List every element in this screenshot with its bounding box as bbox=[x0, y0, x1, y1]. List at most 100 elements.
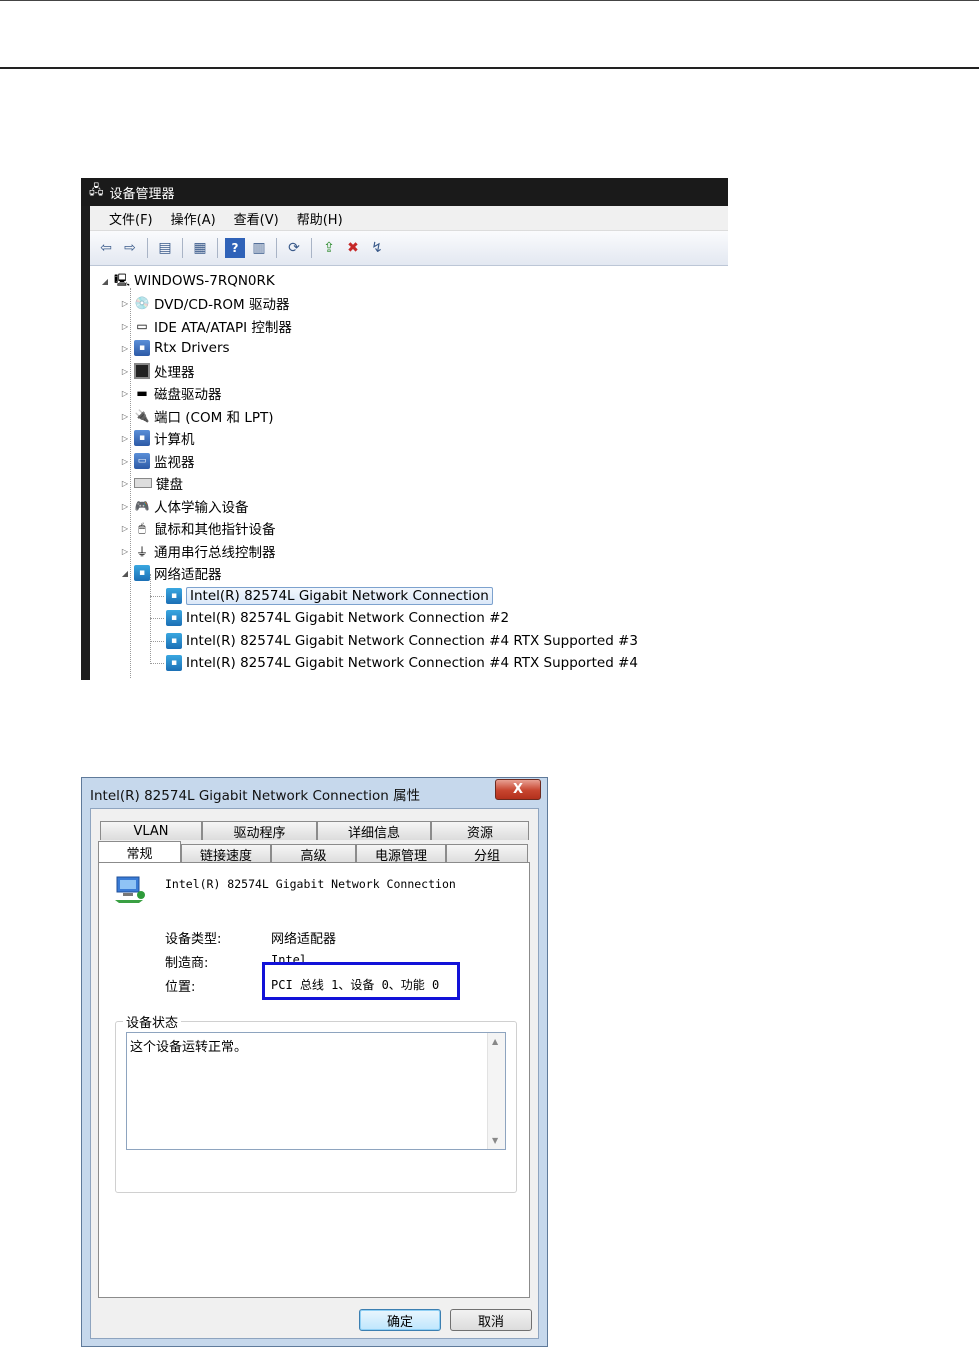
header-rule bbox=[0, 67, 979, 69]
tab-link-speed[interactable]: 链接速度 bbox=[181, 844, 271, 864]
expand-arrow-icon[interactable]: ▷ bbox=[120, 502, 130, 511]
tree-item-ide[interactable]: ▷ ▭ IDE ATA/ATAPI 控制器 bbox=[120, 315, 292, 337]
cancel-button[interactable]: 取消 bbox=[450, 1309, 532, 1331]
keyboard-icon bbox=[134, 478, 152, 488]
tree-item-mouse[interactable]: ▷ 🖱 鼠标和其他指针设备 bbox=[120, 517, 276, 539]
properties-icon[interactable]: ▦ bbox=[190, 238, 210, 258]
scroll-up-icon[interactable]: ▲ bbox=[492, 1037, 498, 1046]
location-label: 位置: bbox=[165, 980, 196, 995]
expand-arrow-icon[interactable]: ▷ bbox=[120, 434, 130, 443]
show-hide-tree-icon[interactable]: ▤ bbox=[155, 238, 175, 258]
tab-power-management[interactable]: 电源管理 bbox=[356, 844, 446, 864]
tab-resources[interactable]: 资源 bbox=[431, 821, 529, 841]
tree-item-processor[interactable]: ▷ 处理器 bbox=[120, 360, 195, 382]
tab-advanced[interactable]: 高级 bbox=[271, 844, 356, 864]
tab-teaming[interactable]: 分组 bbox=[446, 844, 528, 864]
tree-item-label: IDE ATA/ATAPI 控制器 bbox=[154, 320, 292, 336]
expand-arrow-icon[interactable]: ▷ bbox=[120, 479, 130, 488]
tree-item-label: 通用串行总线控制器 bbox=[154, 545, 276, 561]
menu-help[interactable]: 帮助(H) bbox=[288, 209, 352, 228]
tree-item-label: 监视器 bbox=[154, 455, 195, 471]
tab-vlan[interactable]: VLAN bbox=[100, 821, 202, 840]
tree-item-label: 端口 (COM 和 LPT) bbox=[154, 410, 274, 426]
tree-item-computer[interactable]: ▷ ▪ 计算机 bbox=[120, 427, 195, 449]
menu-bar: 文件(F) 操作(A) 查看(V) 帮助(H) bbox=[90, 206, 728, 231]
tree-item-label: 网络适配器 bbox=[154, 567, 222, 583]
forward-icon[interactable]: ⇨ bbox=[120, 238, 140, 258]
tree-item-network-adapter[interactable]: ▪ Intel(R) 82574L Gigabit Network Connec… bbox=[166, 585, 493, 607]
dialog-body: VLAN 驱动程序 详细信息 资源 常规 链接速度 高级 电源管理 分组 Int… bbox=[90, 808, 539, 1339]
menu-action[interactable]: 操作(A) bbox=[162, 209, 225, 228]
expand-arrow-icon[interactable]: ▷ bbox=[120, 524, 130, 533]
tree-item-disk[interactable]: ▷ ▬ 磁盘驱动器 bbox=[120, 382, 222, 404]
disable-device-icon[interactable]: ✖ bbox=[343, 238, 363, 258]
collapse-arrow-icon[interactable]: ◢ bbox=[100, 277, 110, 286]
toolbar-separator bbox=[311, 238, 312, 258]
tree-item-network-adapters[interactable]: ◢ ▪ 网络适配器 bbox=[120, 562, 222, 584]
expand-arrow-icon[interactable]: ▷ bbox=[120, 299, 130, 308]
update-driver-icon[interactable]: ⇪ bbox=[319, 238, 339, 258]
dvd-drive-icon: 💿 bbox=[134, 296, 150, 310]
toolbar-separator bbox=[217, 238, 218, 258]
general-tab-panel: Intel(R) 82574L Gigabit Network Connecti… bbox=[98, 862, 530, 1298]
tree-item-dvd[interactable]: ▷ 💿 DVD/CD-ROM 驱动器 bbox=[120, 292, 290, 314]
tree-item-hid[interactable]: ▷ 🎮 人体学输入设备 bbox=[120, 495, 249, 517]
tree-item-label: 人体学输入设备 bbox=[154, 500, 249, 516]
tree-item-network-adapter[interactable]: ▪ Intel(R) 82574L Gigabit Network Connec… bbox=[166, 652, 638, 674]
network-adapter-icon bbox=[115, 876, 145, 903]
scan-hardware-icon[interactable]: ⟳ bbox=[284, 238, 304, 258]
tree-item-rtx-drivers[interactable]: ▷ ▪ Rtx Drivers bbox=[120, 337, 230, 359]
help-icon[interactable]: ? bbox=[225, 238, 245, 258]
tab-row-back: VLAN 驱动程序 详细信息 资源 bbox=[100, 821, 529, 841]
rtx-driver-icon: ▪ bbox=[134, 340, 150, 356]
expand-arrow-icon[interactable]: ▷ bbox=[120, 344, 130, 353]
tree-guide-line bbox=[150, 618, 164, 619]
show-action-pane-icon[interactable]: ▥ bbox=[249, 238, 269, 258]
tab-row-front: 常规 链接速度 高级 电源管理 分组 bbox=[98, 841, 528, 864]
device-manager-app-icon: 🖧 bbox=[89, 183, 104, 198]
manufacturer-label: 制造商: bbox=[165, 956, 209, 971]
device-type-label: 设备类型: bbox=[165, 932, 222, 947]
tree-guide-line bbox=[150, 663, 164, 664]
status-scrollbar[interactable]: ▲ ▼ bbox=[487, 1033, 505, 1149]
expand-arrow-icon[interactable]: ▷ bbox=[120, 412, 130, 421]
tab-driver[interactable]: 驱动程序 bbox=[202, 821, 317, 841]
uninstall-device-icon[interactable]: ↯ bbox=[367, 238, 387, 258]
menu-file[interactable]: 文件(F) bbox=[100, 209, 162, 228]
device-name: Intel(R) 82574L Gigabit Network Connecti… bbox=[165, 877, 456, 891]
expand-arrow-icon[interactable]: ▷ bbox=[120, 389, 130, 398]
tree-item-label-selected: Intel(R) 82574L Gigabit Network Connecti… bbox=[186, 587, 493, 605]
close-icon: X bbox=[512, 782, 524, 797]
tree-item-network-adapter[interactable]: ▪ Intel(R) 82574L Gigabit Network Connec… bbox=[166, 607, 509, 629]
tree-item-monitor[interactable]: ▷ ▭ 监视器 bbox=[120, 450, 195, 472]
device-status-textbox[interactable]: 这个设备运转正常。 ▲ ▼ bbox=[126, 1032, 506, 1150]
window-left-border bbox=[81, 206, 90, 680]
ok-button[interactable]: 确定 bbox=[359, 1309, 441, 1331]
expand-arrow-icon[interactable]: ▷ bbox=[120, 457, 130, 466]
expand-arrow-icon[interactable]: ▷ bbox=[120, 547, 130, 556]
tab-general[interactable]: 常规 bbox=[98, 841, 181, 863]
device-tree: ◢ 🖳 WINDOWS-7RQN0RK ▷ 💿 DVD/CD-ROM 驱动器 ▷… bbox=[90, 266, 728, 680]
properties-dialog: Intel(R) 82574L Gigabit Network Connecti… bbox=[81, 777, 548, 1347]
tab-details[interactable]: 详细信息 bbox=[317, 821, 431, 841]
scroll-down-icon[interactable]: ▼ bbox=[492, 1136, 498, 1145]
tree-item-usb[interactable]: ▷ ⏚ 通用串行总线控制器 bbox=[120, 540, 276, 562]
tree-guide-line bbox=[150, 596, 164, 597]
tree-item-label: DVD/CD-ROM 驱动器 bbox=[154, 297, 290, 313]
tree-item-label: 处理器 bbox=[154, 365, 195, 381]
collapse-arrow-icon[interactable]: ◢ bbox=[120, 569, 130, 578]
expand-arrow-icon[interactable]: ▷ bbox=[120, 367, 130, 376]
tree-item-network-adapter[interactable]: ▪ Intel(R) 82574L Gigabit Network Connec… bbox=[166, 630, 638, 652]
tree-item-keyboard[interactable]: ▷ 键盘 bbox=[120, 472, 183, 494]
toolbar-separator bbox=[276, 238, 277, 258]
disk-drive-icon: ▬ bbox=[136, 386, 148, 400]
expand-arrow-icon[interactable]: ▷ bbox=[120, 322, 130, 331]
network-adapter-icon: ▪ bbox=[166, 588, 182, 604]
tree-root-computer[interactable]: ◢ 🖳 WINDOWS-7RQN0RK bbox=[100, 270, 275, 292]
close-button[interactable]: X bbox=[495, 779, 541, 800]
menu-view[interactable]: 查看(V) bbox=[225, 209, 288, 228]
tree-item-ports[interactable]: ▷ 🔌 端口 (COM 和 LPT) bbox=[120, 405, 274, 427]
location-highlight-box bbox=[262, 962, 460, 1000]
device-manager-titlebar: 🖧 设备管理器 bbox=[81, 178, 728, 206]
back-icon[interactable]: ⇦ bbox=[96, 238, 116, 258]
